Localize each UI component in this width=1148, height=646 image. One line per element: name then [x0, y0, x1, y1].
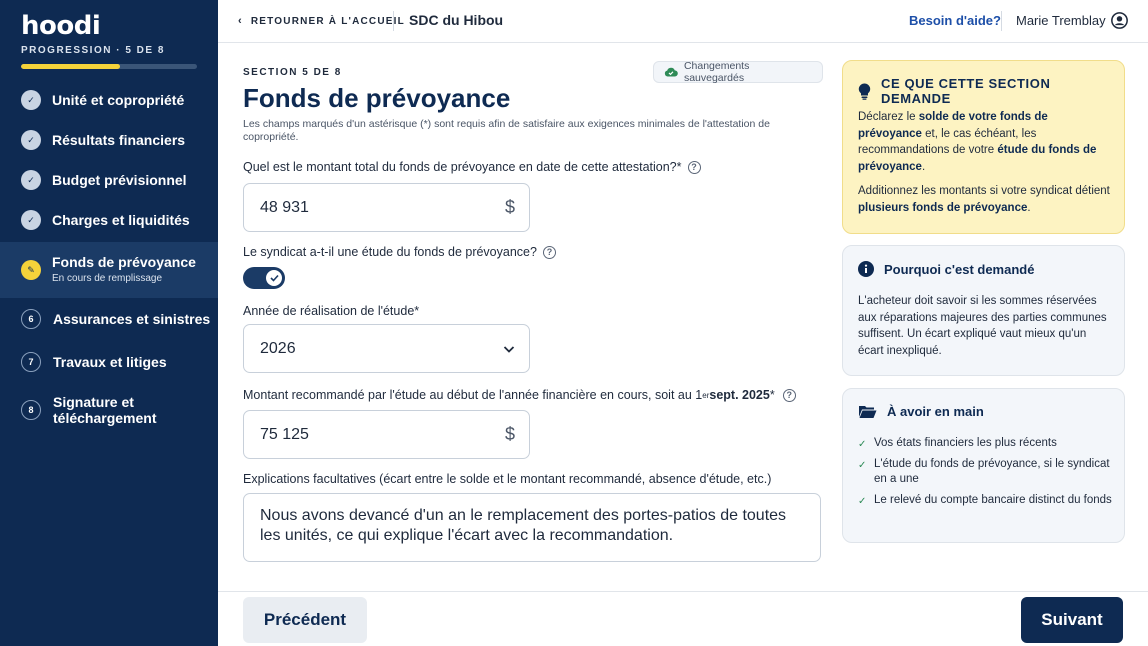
sidebar-item-status: En cours de remplissage: [52, 272, 163, 284]
recommended-amount-label: Montant recommandé par l'étude au début …: [243, 388, 796, 402]
help-link[interactable]: Besoin d'aide?: [909, 13, 1001, 28]
check-icon: ✓: [21, 170, 41, 190]
lightbulb-icon: [858, 83, 871, 100]
fund-balance-input[interactable]: 48 931 $: [243, 183, 530, 232]
fund-balance-label-text: Quel est le montant total du fonds de pr…: [243, 160, 682, 174]
check-icon: ✓: [858, 439, 867, 450]
explanations-label-text: Explications facultatives (écart entre l…: [243, 472, 772, 486]
explanations-textarea[interactable]: Nous avons devancé d'un an le remplaceme…: [243, 493, 821, 562]
folder-open-icon: [859, 406, 877, 418]
topbar: ‹ RETOURNER À L'ACCUEIL SDC du Hibou Bes…: [218, 0, 1148, 43]
sidebar-item-unite[interactable]: ✓ Unité et copropriété: [0, 89, 218, 111]
why-asked-card: Pourquoi c'est demandé L'acheteur doit s…: [842, 245, 1125, 376]
have-on-hand-card: À avoir en main ✓ Vos états financiers le…: [842, 388, 1125, 543]
recommended-amount-value: 75 125: [260, 426, 309, 443]
progress-label: PROGRESSION · 5 DE 8: [21, 45, 165, 56]
step-number: 6: [21, 309, 41, 329]
user-name[interactable]: Marie Tremblay: [1016, 13, 1106, 28]
sdc-name: SDC du Hibou: [409, 12, 504, 28]
next-button[interactable]: Suivant: [1021, 597, 1123, 643]
user-avatar-icon[interactable]: [1111, 12, 1128, 29]
step-number: 7: [21, 352, 41, 372]
sidebar-item-label: Budget prévisionnel: [52, 172, 187, 188]
check-icon: [269, 274, 279, 282]
card-paragraph: Additionnez les montants si votre syndic…: [858, 185, 1110, 214]
check-icon: ✓: [21, 130, 41, 150]
ordinal-suffix: er: [702, 390, 710, 400]
what-section-asks-card: CE QUE CETTE SECTION DEMANDE Déclarez le…: [842, 60, 1125, 234]
sidebar-item-assurances[interactable]: 6 Assurances et sinistres: [0, 308, 218, 330]
sidebar-item-resultats[interactable]: ✓ Résultats financiers: [0, 129, 218, 151]
check-icon: ✓: [21, 210, 41, 230]
chevron-left-icon: ‹: [238, 15, 243, 27]
chevron-down-icon: [503, 346, 515, 353]
list-item: ✓ L'étude du fonds de prévoyance, si le s…: [858, 458, 1110, 485]
card-title: Pourquoi c'est demandé: [884, 261, 1035, 277]
fund-balance-label: Quel est le montant total du fonds de pr…: [243, 160, 701, 174]
dollar-icon: $: [504, 424, 515, 444]
sidebar-item-label: Charges et liquidités: [52, 212, 190, 228]
back-to-home-link[interactable]: ‹ RETOURNER À L'ACCUEIL: [238, 15, 405, 27]
recommended-amount-date: sept. 2025: [709, 388, 770, 402]
divider: [393, 11, 394, 31]
list-item: ✓ Vos états financiers les plus récents: [858, 437, 1057, 450]
page-title: Fonds de prévoyance: [243, 83, 511, 113]
sidebar-item-label: téléchargement: [53, 410, 157, 426]
card-paragraph: L'acheteur doit savoir si les sommes rés…: [858, 295, 1107, 357]
saved-status-label: Changements sauvegardés: [683, 60, 750, 84]
sidebar-item-signature[interactable]: 8 Signature et téléchargement: [0, 394, 218, 426]
cloud-check-icon: [664, 67, 678, 77]
sidebar-item-fonds[interactable]: ✎ Fonds de prévoyance En cours de rempli…: [0, 242, 218, 298]
sidebar-item-label: Résultats financiers: [52, 132, 186, 148]
saved-status-badge: Changements sauvegardés: [653, 60, 823, 84]
sidebar-item-charges[interactable]: ✓ Charges et liquidités: [0, 209, 218, 231]
progress-bar: [21, 64, 197, 69]
card-title: À avoir en main: [887, 404, 984, 419]
sidebar-item-label: Unité et copropriété: [52, 92, 185, 108]
section-eyebrow: SECTION 5 DE 8: [243, 67, 342, 78]
has-study-label: Le syndicat a-t-il une étude du fonds de…: [243, 245, 556, 259]
has-study-label-text: Le syndicat a-t-il une étude du fonds de…: [243, 245, 537, 259]
study-year-value: 2026: [260, 340, 296, 357]
help-circle-icon[interactable]: ?: [782, 388, 796, 402]
fund-balance-value: 48 931: [260, 199, 309, 216]
sidebar-item-label: Signature et: [53, 394, 134, 410]
sidebar-item-label: Travaux et litiges: [53, 354, 167, 370]
step-number: 8: [21, 400, 41, 420]
help-circle-icon[interactable]: ?: [542, 245, 556, 259]
pencil-icon: ✎: [21, 260, 41, 280]
back-link-label: RETOURNER À L'ACCUEIL: [250, 15, 405, 27]
check-icon: ✓: [858, 460, 867, 471]
previous-button[interactable]: Précédent: [243, 597, 367, 643]
help-circle-icon[interactable]: ?: [687, 160, 701, 174]
explanations-label: Explications facultatives (écart entre l…: [243, 472, 771, 486]
progress-bar-fill: [21, 64, 120, 69]
toggle-knob: [266, 270, 282, 286]
check-icon: ✓: [21, 90, 41, 110]
study-year-label-text: Année de réalisation de l'étude*: [243, 304, 420, 318]
hoodi-logo[interactable]: hoodi: [21, 11, 101, 41]
card-paragraph: Déclarez le solde de votre fonds de prév…: [858, 111, 1097, 173]
sidebar: hoodi PROGRESSION · 5 DE 8 ✓ Unité et co…: [0, 0, 218, 646]
card-title: CE QUE CETTE SECTION DEMANDE: [880, 76, 1051, 106]
recommended-amount-label-text: Montant recommandé par l'étude au début …: [243, 388, 703, 402]
list-item: ✓ Le relevé du compte bancaire distinct d…: [858, 494, 1112, 507]
has-study-toggle[interactable]: [243, 267, 285, 289]
section-intro: Les champs marqués d'un astérisque (*) s…: [243, 118, 770, 143]
sidebar-item-label: Fonds de prévoyance: [52, 253, 196, 270]
check-icon: ✓: [858, 496, 867, 507]
required-asterisk: *: [769, 388, 775, 402]
footer-nav: Précédent Suivant: [218, 591, 1148, 646]
sidebar-item-budget[interactable]: ✓ Budget prévisionnel: [0, 169, 218, 191]
recommended-amount-input[interactable]: 75 125 $: [243, 410, 530, 459]
sidebar-item-label: Assurances et sinistres: [53, 311, 211, 327]
sidebar-item-travaux[interactable]: 7 Travaux et litiges: [0, 351, 218, 373]
study-year-label: Année de réalisation de l'étude*: [243, 304, 419, 318]
study-year-select[interactable]: 2026: [243, 324, 530, 373]
divider: [1001, 11, 1002, 31]
dollar-icon: $: [504, 197, 515, 217]
checklist: ✓ Vos états financiers les plus récents ✓…: [858, 436, 1113, 514]
info-icon: [858, 261, 874, 277]
